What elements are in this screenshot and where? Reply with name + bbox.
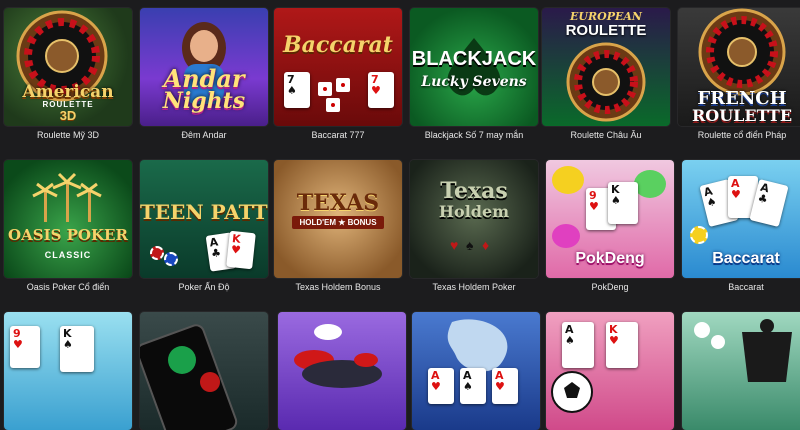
logo-line-1: OASIS POKER [8,226,128,244]
game-caption[interactable]: Đêm Andar [136,130,272,140]
logo-line-1: PokDeng [575,250,645,267]
game-caption[interactable]: Roulette cổ điển Pháp [674,130,800,140]
chip-icon [690,226,708,244]
game-tile-texas-holdem-poker[interactable]: Texas Holdem ♥ ♠ ♦ [410,160,538,278]
logo-line-2: Nights [162,88,246,114]
logo-line-2: CLASSIC [44,250,92,260]
heart-icon: ♥ [589,200,599,213]
game-tile-blackjack-lucky-sevens[interactable]: BLACKJACK Lucky Sevens [410,8,538,126]
playing-card: A ♠ [460,368,486,404]
logo-line-1: American [22,82,114,102]
game-grid: American ROULETTE 3D Roulette Mỹ 3D Anda… [0,0,800,430]
heart-icon: ♥ [731,188,741,201]
playing-card: A ♥ [428,368,454,404]
game-caption[interactable]: Roulette Mỹ 3D [0,130,136,140]
game-caption[interactable]: Oasis Poker Cổ điển [0,282,136,292]
game-tile-baccarat-777[interactable]: Baccarat 7 ♠ 7 ♥ [274,8,402,126]
game-tile-baccarat[interactable]: A ♠ A ♥ A ♣ Baccarat [682,160,800,278]
spade-icon: ♠ [63,338,73,351]
game-caption[interactable]: Texas Holdem Poker [406,282,542,292]
heart-icon: ♥ [431,380,441,393]
playing-card: K ♥ [226,230,256,270]
game-tile-phone-game[interactable] [140,312,268,430]
logo-line-1: TEEN PATTI [140,200,268,224]
dice-icon [318,78,350,112]
game-tile-football-card-game[interactable]: A ♠ K ♥ [546,312,674,430]
spade-icon: ♠ [705,194,718,210]
game-caption[interactable]: Roulette Châu Âu [538,130,674,140]
game-tile-pokdeng[interactable]: 9 ♥ K ♠ PokDeng [546,160,674,278]
spade-icon: ♠ [463,380,473,393]
game-caption[interactable]: Baccarat 777 [270,130,406,140]
card-suits-icon: ♥ ♠ ♦ [450,237,489,253]
game-tile-oasis-poker-classic[interactable]: OASIS POKER CLASSIC [4,160,132,278]
roulette-wheel-icon [566,42,646,122]
game-tile-texas-holdem-bonus[interactable]: TEXAS HOLD'EM ★ BONUS [274,160,402,278]
game-caption[interactable]: Blackjack Số 7 may mắn [406,130,542,140]
game-tile-card-game-1[interactable]: 9 ♥ K ♠ [4,312,132,430]
playing-card: A ♥ [492,368,518,404]
heart-icon: ♥ [230,242,242,257]
phone-icon [140,324,238,430]
logo-line-1: BLACKJACK [411,48,537,70]
heart-icon: ♥ [13,338,23,351]
logo-line-1: TEXAS [296,190,380,216]
dice-cup-icon [694,319,792,382]
logo-line-2: HOLD'EM ★ BONUS [292,216,384,229]
game-tile-teen-patti[interactable]: TEEN PATTI A ♣ K ♥ [140,160,268,278]
chip-icon [164,252,178,266]
logo-line-1: Baccarat [712,250,780,267]
game-tile-andar-nights[interactable]: Andar Nights [140,8,268,126]
game-tile-dragon-game[interactable]: A ♥ A ♠ A ♥ [412,312,540,430]
club-icon: ♣ [210,246,222,261]
playing-card: K ♠ [60,326,94,372]
game-caption[interactable]: Baccarat [678,282,800,292]
game-caption[interactable]: Poker Ấn Độ [136,282,272,292]
svg-text:♦: ♦ [482,237,489,253]
svg-text:♥: ♥ [450,237,458,253]
chip-icon [294,324,382,388]
chip-icon [150,246,164,260]
club-icon: ♣ [756,191,770,207]
game-tile-american-roulette-3d[interactable]: American ROULETTE 3D [4,8,132,126]
logo-line-2: Lucky Sevens [421,74,527,90]
game-tile-dice-cup-game[interactable] [682,312,800,430]
game-caption[interactable]: PokDeng [542,282,678,292]
logo-line-3: 3D [59,108,77,123]
heart-icon: ♥ [495,380,505,393]
playing-card: 9 ♥ [10,326,40,368]
football-icon [551,371,593,413]
game-tile-french-roulette[interactable]: FRENCH ROULETTE [678,8,800,126]
game-caption[interactable]: Texas Holdem Bonus [270,282,406,292]
logo-line-2: ROULETTE [691,106,793,125]
svg-text:♠: ♠ [466,237,474,253]
game-tile-european-roulette[interactable]: EUROPEAN ROULETTE [542,8,670,126]
playing-card: K ♠ [608,182,638,224]
spade-icon: ♠ [611,194,621,207]
game-tile-chip-game[interactable] [278,312,406,430]
palm-tree-icon [32,172,102,222]
